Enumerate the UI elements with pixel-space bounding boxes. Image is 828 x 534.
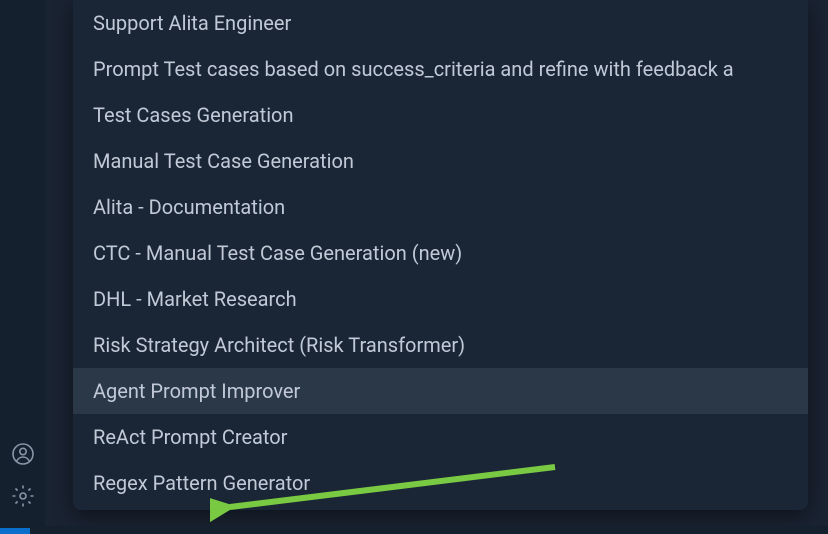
dropdown-item-label: Prompt Test cases based on success_crite… — [93, 57, 734, 81]
gear-icon[interactable] — [9, 482, 37, 510]
dropdown-panel: Support Alita Engineer Prompt Test cases… — [73, 0, 808, 510]
status-bar-accent — [0, 528, 30, 534]
dropdown-item-label: Support Alita Engineer — [93, 11, 291, 35]
dropdown-item[interactable]: Agent Prompt Improver — [73, 368, 808, 414]
dropdown-item-label: Agent Prompt Improver — [93, 379, 300, 403]
status-bar — [0, 526, 828, 534]
dropdown-item-label: DHL - Market Research — [93, 287, 297, 311]
dropdown-item-label: Risk Strategy Architect (Risk Transforme… — [93, 333, 465, 357]
dropdown-item[interactable]: Test Cases Generation — [73, 92, 808, 138]
dropdown-item[interactable]: Risk Strategy Architect (Risk Transforme… — [73, 322, 808, 368]
dropdown-item-label: ReAct Prompt Creator — [93, 425, 287, 449]
dropdown-item[interactable]: Prompt Test cases based on success_crite… — [73, 46, 808, 92]
dropdown-item[interactable]: Alita - Documentation — [73, 184, 808, 230]
dropdown-item[interactable]: CTC - Manual Test Case Generation (new) — [73, 230, 808, 276]
dropdown-item[interactable]: Manual Test Case Generation — [73, 138, 808, 184]
dropdown-item[interactable]: DHL - Market Research — [73, 276, 808, 322]
left-rail — [0, 0, 45, 534]
dropdown-item-label: Test Cases Generation — [93, 103, 294, 127]
dropdown-item[interactable]: Support Alita Engineer — [73, 0, 808, 46]
dropdown-item-label: CTC - Manual Test Case Generation (new) — [93, 241, 462, 265]
account-icon[interactable] — [9, 440, 37, 468]
dropdown-item[interactable]: Regex Pattern Generator — [73, 460, 808, 506]
dropdown-item-label: Alita - Documentation — [93, 195, 285, 219]
dropdown-item-label: Manual Test Case Generation — [93, 149, 354, 173]
dropdown-item[interactable]: ReAct Prompt Creator — [73, 414, 808, 460]
dropdown-item-label: Regex Pattern Generator — [93, 471, 310, 495]
